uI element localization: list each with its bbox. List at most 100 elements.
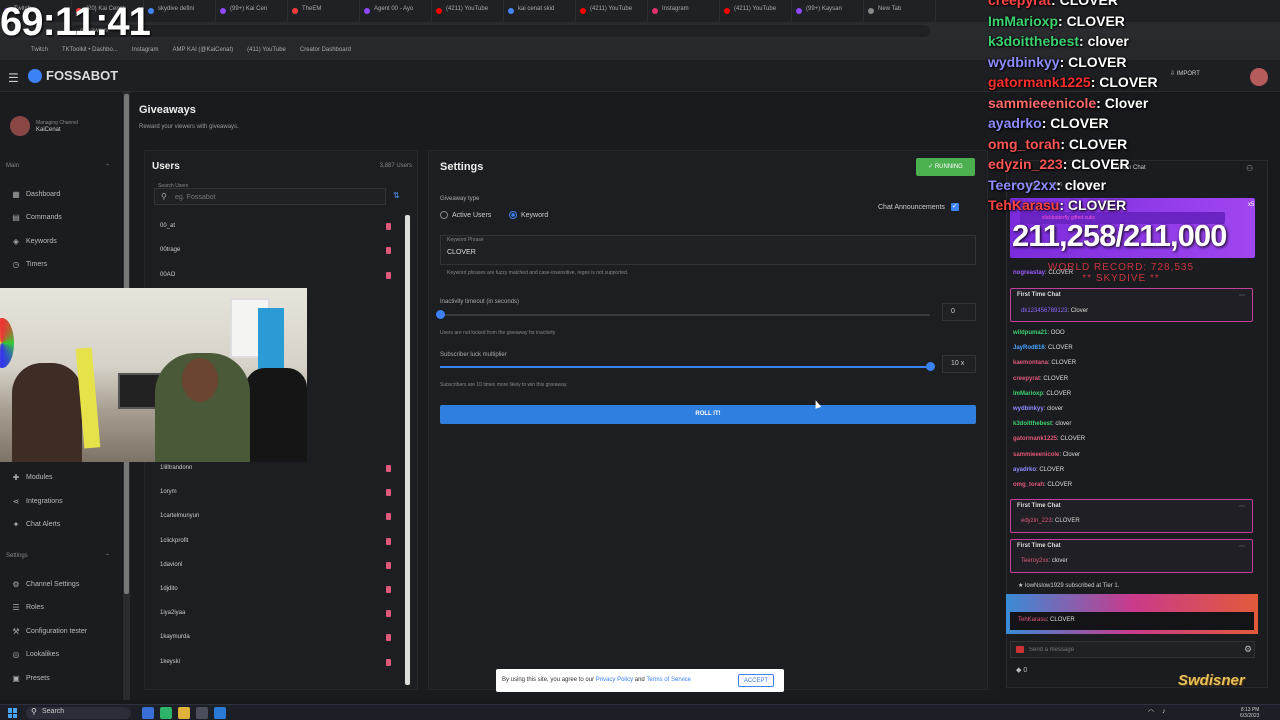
sidebar-item-modules[interactable]: ✚ Modules xyxy=(12,473,53,482)
sidebar-item-chat-alerts[interactable]: ✦ Chat Alerts xyxy=(12,520,61,529)
bookmark-item[interactable]: AMP KAI (@KaiCenat) xyxy=(166,40,241,60)
chat-username[interactable]: gatormank1225 xyxy=(1013,436,1057,442)
delete-icon[interactable] xyxy=(386,586,391,593)
chat-username[interactable]: sammieeenicole xyxy=(1013,452,1059,458)
taskbar-clock[interactable]: 8:13 PM 6/3/2023 xyxy=(1240,707,1259,719)
emote-icon[interactable] xyxy=(1016,646,1024,653)
more-icon[interactable]: ⋯ xyxy=(1239,292,1245,299)
slider-handle[interactable] xyxy=(436,310,445,319)
sidebar-item-presets[interactable]: ▣ Presets xyxy=(12,674,50,683)
chat-username[interactable]: creepyrat xyxy=(1013,376,1040,382)
keyword-phrase-field[interactable]: Keyword Phrase CLOVER xyxy=(440,235,976,265)
sidebar-item-integrations[interactable]: ⋖ Integrations xyxy=(12,497,63,506)
wifi-icon[interactable]: ◠ xyxy=(1148,708,1154,716)
browser-tab[interactable]: Agent 00 - Ayo xyxy=(360,0,432,22)
bookmark-item[interactable]: Creator Dashboard xyxy=(293,40,358,60)
sidebar-item-timers[interactable]: ◷ Timers xyxy=(12,260,48,269)
chat-username[interactable]: dk123456789123 xyxy=(1021,308,1067,314)
delete-icon[interactable] xyxy=(386,513,391,521)
chat-username[interactable]: JayRod816 xyxy=(1013,345,1045,351)
settings-icon[interactable]: ⚙ xyxy=(1244,644,1252,655)
delete-icon[interactable] xyxy=(386,658,391,666)
browser-tab[interactable]: (4211) YouTube xyxy=(720,0,792,22)
delete-icon[interactable] xyxy=(386,223,391,230)
managing-channel[interactable]: Managing Channel KaiCenat xyxy=(10,116,78,136)
delete-icon[interactable] xyxy=(386,271,391,279)
slider-handle[interactable] xyxy=(926,362,935,371)
users-icon[interactable]: ⚇ xyxy=(1246,164,1253,173)
send-message-input[interactable] xyxy=(1029,645,1229,655)
fossabot-logo[interactable]: FOSSABOT xyxy=(28,68,118,83)
delete-icon[interactable] xyxy=(386,465,391,472)
sidebar-item-lookalikes[interactable]: ◎ Lookalikes xyxy=(12,650,60,659)
sort-icon[interactable]: ⇅ xyxy=(393,191,400,200)
sidebar-section-settings[interactable]: Settings ⌃ xyxy=(6,553,110,560)
sidebar-item-dashboard[interactable]: ▦ Dashboard xyxy=(12,190,60,199)
chat-username[interactable]: ayadrko xyxy=(1013,467,1036,473)
app-icon[interactable] xyxy=(142,707,154,719)
radio-button[interactable] xyxy=(509,211,517,219)
browser-tab[interactable]: (99+) Kai Cen xyxy=(216,0,288,22)
accept-button[interactable]: ACCEPT xyxy=(738,674,774,687)
delete-icon[interactable] xyxy=(386,561,391,569)
chat-username[interactable]: TehKarasu xyxy=(1018,617,1047,623)
chat-username[interactable]: kaemontana xyxy=(1013,360,1048,366)
sidebar-item-channel-settings[interactable]: ⚙ Channel Settings xyxy=(12,580,79,589)
checkbox-checked-icon[interactable]: ✓ xyxy=(950,203,959,211)
user-search-input[interactable] xyxy=(175,192,375,202)
windows-start-icon[interactable] xyxy=(8,708,18,718)
inactivity-value-input[interactable]: 0 xyxy=(942,303,976,321)
sidebar-item-commands[interactable]: ▤ Commands xyxy=(12,213,62,222)
chat-announcements-toggle[interactable]: Chat Announcements ✓ xyxy=(878,203,959,211)
sidebar-item-keywords[interactable]: ◈ Keywords xyxy=(12,237,57,246)
url-field[interactable]: giveaways xyxy=(70,25,930,37)
chat-username[interactable]: wydbinkyy xyxy=(1013,406,1044,412)
browser-tab[interactable]: (99+) Kaysan xyxy=(792,0,864,22)
delete-icon[interactable] xyxy=(386,247,391,255)
browser-tab[interactable]: New Tab xyxy=(864,0,936,22)
inactivity-slider[interactable] xyxy=(436,310,930,319)
delete-icon[interactable] xyxy=(386,537,391,545)
folder-icon[interactable] xyxy=(178,707,190,719)
more-icon[interactable]: ⋯ xyxy=(1239,543,1245,550)
sidebar-item-configuration-tester[interactable]: ⚒ Configuration tester xyxy=(12,627,87,636)
channel-points[interactable]: ◆ 0 xyxy=(1016,666,1027,674)
delete-icon[interactable] xyxy=(386,610,391,618)
sidebar-section-main[interactable]: Main ⌃ xyxy=(6,163,110,170)
sidebar-item-roles[interactable]: ☰ Roles xyxy=(12,603,44,612)
user-list-scrollbar[interactable] xyxy=(404,214,411,686)
running-status-button[interactable]: ✓ RUNNING xyxy=(916,158,975,176)
browser-tab[interactable]: skydive defini xyxy=(144,0,216,22)
browser-tab[interactable]: (4211) YouTube xyxy=(576,0,648,22)
browser-tab[interactable]: Instagram xyxy=(648,0,720,22)
luck-slider[interactable] xyxy=(440,362,935,371)
chat-username[interactable]: ImMarioxp xyxy=(1013,391,1043,397)
browser-tab[interactable]: kai cenat skid xyxy=(504,0,576,22)
roll-it-button[interactable]: ROLL IT! xyxy=(440,405,976,424)
menu-icon[interactable]: ☰ xyxy=(8,71,19,85)
chat-username[interactable]: Teeroy2xx xyxy=(1021,558,1048,564)
chat-username[interactable]: k3doitthebest xyxy=(1013,421,1052,427)
bookmark-item[interactable]: (411) YouTube xyxy=(240,40,293,60)
more-icon[interactable]: ⋯ xyxy=(1239,503,1245,510)
edge-icon[interactable] xyxy=(160,707,172,719)
browser-tab[interactable]: (4211) YouTube xyxy=(432,0,504,22)
terms-link[interactable]: Terms of Service xyxy=(646,677,691,683)
privacy-policy-link[interactable]: Privacy Policy xyxy=(596,677,633,683)
chat-username[interactable]: nogreastay xyxy=(1013,270,1045,276)
scrollbar-thumb[interactable] xyxy=(405,215,410,685)
volume-icon[interactable]: ♪ xyxy=(1162,708,1166,716)
delete-icon[interactable] xyxy=(386,634,391,642)
radio-keyword[interactable]: Keyword xyxy=(509,211,548,219)
delete-icon[interactable] xyxy=(386,489,391,497)
taskbar-search[interactable]: ⚲ Search xyxy=(26,707,131,719)
store-icon[interactable] xyxy=(214,707,226,719)
radio-active-users[interactable]: Active Users xyxy=(440,211,491,219)
user-avatar[interactable] xyxy=(1250,68,1268,86)
chat-username[interactable]: omg_torah xyxy=(1013,482,1044,488)
chat-username[interactable]: wildpuma21 xyxy=(1013,330,1047,336)
radio-button[interactable] xyxy=(440,211,448,219)
chrome-icon[interactable] xyxy=(196,707,208,719)
luck-value-input[interactable]: 10 x xyxy=(942,355,976,373)
browser-tab[interactable]: TheEM xyxy=(288,0,360,22)
